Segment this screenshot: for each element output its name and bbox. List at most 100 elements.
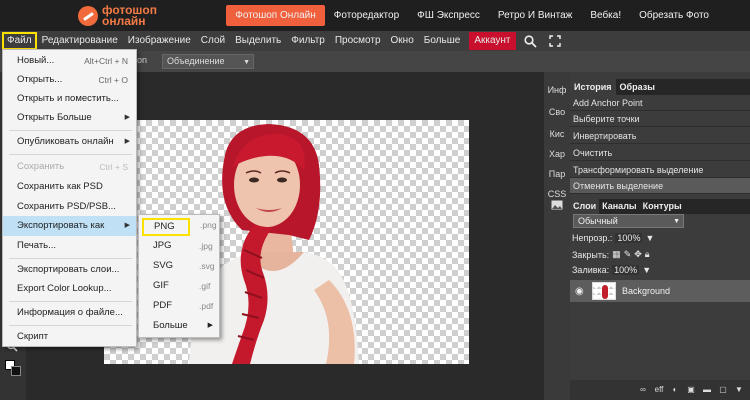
menu-item-open-more[interactable]: Открыть Больше ▶ (3, 108, 136, 128)
menu-image[interactable]: Изображение (123, 32, 196, 50)
menu-item-export-color-lookup[interactable]: Export Color Lookup... (3, 279, 136, 299)
menu-item-save[interactable]: Сохранить Ctrl + S (3, 157, 136, 177)
folder-icon[interactable]: ▬ (702, 385, 712, 395)
site-nav-crop[interactable]: Обрезать Фото (630, 5, 718, 26)
history-panel-tabs: История Образы (570, 79, 750, 95)
export-more[interactable]: Больше ▶ (139, 316, 219, 336)
menu-edit[interactable]: Редактирование (37, 32, 123, 50)
side-tab-image[interactable] (544, 196, 570, 218)
mask-icon[interactable]: ▣ (686, 385, 696, 395)
export-pdf[interactable]: PDF .pdf (139, 296, 219, 316)
side-tab-properties[interactable]: Сво (544, 101, 570, 123)
menu-item-file-info[interactable]: Информация о файле... (3, 303, 136, 323)
menu-more[interactable]: Больше (419, 32, 466, 50)
combine-mode-select[interactable]: Объединение ▼ (162, 54, 254, 69)
tab-channels[interactable]: Каналы (599, 199, 639, 214)
search-icon[interactable] (522, 32, 540, 50)
brush-logo-icon (78, 5, 98, 26)
side-tab-paragraph[interactable]: Пар (544, 163, 570, 185)
menu-item-export-layers[interactable]: Экспортировать слои... (3, 260, 136, 280)
new-layer-icon[interactable]: ▢ (718, 385, 728, 395)
effects-button[interactable]: eff (654, 385, 664, 395)
menu-item-print[interactable]: Печать... (3, 236, 136, 256)
tab-history[interactable]: История (570, 79, 616, 95)
fill-label: Заливка: (572, 265, 610, 275)
layer-thumbnail (592, 282, 616, 300)
menu-window[interactable]: Окно (386, 32, 419, 50)
site-logo[interactable]: фотошоп онлайн (78, 2, 157, 29)
tab-swatches[interactable]: Образы (616, 79, 659, 95)
chevron-right-icon: ▶ (207, 322, 213, 329)
blend-mode-value: Обычный (578, 216, 618, 226)
blend-mode-select[interactable]: Обычный ▼ (573, 214, 684, 228)
site-nav-retro[interactable]: Ретро И Винтаж (489, 5, 581, 26)
menu-bar: Файл Редактирование Изображение Слой Выд… (0, 31, 750, 51)
opacity-input[interactable]: 100% (615, 233, 643, 243)
side-tab-info[interactable]: Инф (544, 79, 570, 101)
history-item[interactable]: Очистить (570, 145, 750, 161)
menu-divider (9, 154, 132, 155)
logo-line-2: онлайн (102, 13, 146, 28)
menu-item-publish[interactable]: Опубликовать онлайн ▶ (3, 132, 136, 152)
history-item-current[interactable]: Отменить выделение (570, 178, 750, 194)
fill-row: Заливка: 100% ▼ (572, 265, 651, 275)
fill-input[interactable]: 100% (612, 265, 640, 275)
site-nav-photoshop-online[interactable]: Фотошоп Онлайн (226, 5, 325, 26)
layers-footer: ∞ eff ◐ ▣ ▬ ▢ ▼ (570, 380, 750, 400)
layer-row[interactable]: ◉ Background (570, 280, 750, 302)
menu-view[interactable]: Просмотр (330, 32, 386, 50)
opacity-label: Непрозр.: (572, 233, 613, 243)
half-circle-icon[interactable]: ◐ (670, 385, 680, 395)
chevron-down-icon[interactable]: ▼ (645, 233, 654, 243)
lock-paint-icon[interactable]: ✎ (624, 249, 632, 260)
history-item[interactable]: Add Anchor Point (570, 95, 750, 111)
menu-filter[interactable]: Фильтр (286, 32, 330, 50)
menu-divider (9, 325, 132, 326)
tab-layers[interactable]: Слои (570, 199, 600, 214)
menu-item-script[interactable]: Скрипт (3, 327, 136, 347)
chevron-down-icon[interactable]: ▼ (642, 265, 651, 275)
layers-panel-tabs: Слои Каналы Контуры (570, 199, 750, 214)
background-color-swatch[interactable] (11, 366, 21, 376)
export-jpg[interactable]: JPG .jpg (139, 236, 219, 256)
file-menu-dropdown: Новый... Alt+Ctrl + N Открыть... Ctrl + O … (2, 49, 137, 347)
lock-move-icon[interactable]: ✥ (634, 249, 642, 260)
side-panel-tabs: Инф Сво Кис Хар Пар CSS (544, 72, 570, 400)
history-item[interactable]: Выберите точки (570, 111, 750, 127)
site-nav-express[interactable]: ФШ Экспресс (408, 5, 489, 26)
tab-paths[interactable]: Контуры (640, 199, 685, 214)
menu-item-export-as[interactable]: Экспортировать как ▶ (3, 216, 136, 236)
link-icon[interactable]: ∞ (638, 385, 648, 395)
visibility-eye-icon[interactable]: ◉ (575, 286, 589, 297)
export-gif[interactable]: GIF .gif (139, 276, 219, 296)
lock-all-icon[interactable]: 🔒︎ (645, 249, 650, 260)
fullscreen-icon[interactable] (546, 32, 564, 50)
chevron-down-icon: ▼ (243, 59, 250, 66)
chevron-right-icon: ▶ (124, 222, 130, 229)
lock-transparency-icon[interactable]: ▦ (612, 249, 621, 260)
side-tab-character[interactable]: Хар (544, 143, 570, 165)
site-nav-photo-editor[interactable]: Фоторедактор (325, 5, 408, 26)
account-button[interactable]: Аккаунт (469, 32, 516, 50)
history-panel: История Образы Add Anchor Point Выберите… (570, 72, 750, 196)
side-tab-brushes[interactable]: Кис (544, 123, 570, 145)
lock-label: Закрыть: (572, 249, 610, 260)
menu-item-new[interactable]: Новый... Alt+Ctrl + N (3, 51, 136, 71)
menu-item-open-place[interactable]: Открыть и поместить... (3, 89, 136, 109)
site-nav-webcam[interactable]: Вебка! (581, 5, 630, 26)
menu-item-save-psd-psb[interactable]: Сохранить PSD/PSB... (3, 197, 136, 217)
export-svg[interactable]: SVG .svg (139, 256, 219, 276)
site-nav: Фотошоп Онлайн Фоторедактор ФШ Экспресс … (226, 5, 718, 26)
menu-divider (9, 258, 132, 259)
export-png[interactable]: PNG .png (142, 218, 217, 236)
menu-select[interactable]: Выделить (230, 32, 286, 50)
trash-icon[interactable]: ▼ (734, 385, 744, 395)
combine-mode-value: Объединение (167, 56, 225, 66)
menu-layer[interactable]: Слой (196, 32, 230, 50)
menu-file[interactable]: Файл (2, 32, 37, 50)
menu-item-open[interactable]: Открыть... Ctrl + O (3, 70, 136, 90)
export-submenu: PNG .png JPG .jpg SVG .svg GIF .gif PDF .pdf … (138, 214, 220, 338)
history-item[interactable]: Трансформировать выделение (570, 162, 750, 178)
history-item[interactable]: Инвертировать (570, 128, 750, 144)
menu-item-save-psd[interactable]: Сохранить как PSD (3, 177, 136, 197)
